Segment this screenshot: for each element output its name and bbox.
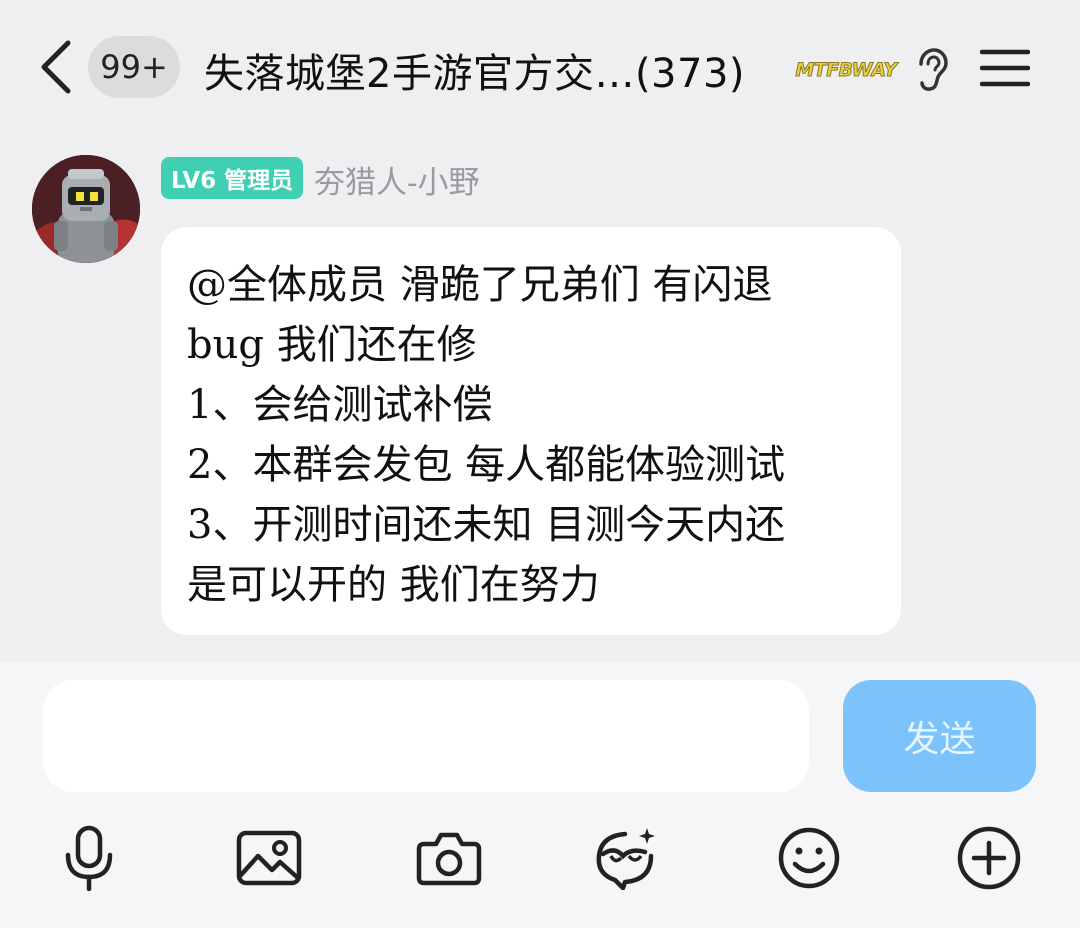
image-button[interactable] (234, 822, 304, 894)
plus-circle-icon (957, 826, 1021, 890)
message-line: @全体成员 滑跪了兄弟们 有闪退 (187, 262, 773, 308)
microphone-icon (65, 825, 113, 891)
message-line: 1、会给测试补偿 (187, 382, 493, 428)
sticker-button[interactable] (592, 822, 662, 894)
robot-knight-avatar-image (32, 155, 140, 263)
send-button[interactable]: 发送 (843, 680, 1036, 792)
image-icon (236, 830, 302, 886)
group-tag-logo-text: MTFBWAY (795, 59, 898, 82)
emoji-button[interactable] (774, 822, 844, 894)
message-line: 3、开测时间还未知 目测今天内还 (187, 502, 786, 548)
voice-button[interactable] (54, 822, 124, 894)
hamburger-menu-icon (980, 49, 1030, 87)
message-line: 是可以开的 我们在努力 (187, 562, 600, 608)
chevron-left-icon (41, 40, 71, 94)
menu-button[interactable] (976, 40, 1034, 96)
sticker-icon (596, 828, 655, 890)
sender-avatar[interactable] (32, 155, 140, 263)
message-bubble[interactable]: @全体成员 滑跪了兄弟们 有闪退 bug 我们还在修 1、会给测试补偿 2、本群… (161, 227, 901, 635)
message-input[interactable] (43, 680, 809, 792)
camera-icon (416, 832, 482, 886)
message-line: 2、本群会发包 每人都能体验测试 (187, 442, 786, 488)
chat-header: 99+ 失落城堡2手游官方交…(373) MTFBWAY (0, 0, 1080, 135)
more-button[interactable] (954, 822, 1024, 894)
message-line: bug 我们还在修 (187, 322, 477, 368)
group-title[interactable]: 失落城堡2手游官方交…(373) (204, 40, 792, 100)
camera-button[interactable] (414, 822, 484, 894)
group-tag-logo: MTFBWAY (795, 58, 898, 82)
unread-count-badge[interactable]: 99+ (88, 36, 180, 98)
ear-icon (919, 48, 948, 91)
earpiece-mode-button[interactable] (912, 46, 952, 94)
sender-name[interactable]: 夯猎人-小野 (314, 158, 479, 201)
emoji-icon (778, 827, 840, 889)
back-button[interactable] (30, 36, 80, 98)
role-badge: LV6 管理员 (161, 157, 303, 199)
